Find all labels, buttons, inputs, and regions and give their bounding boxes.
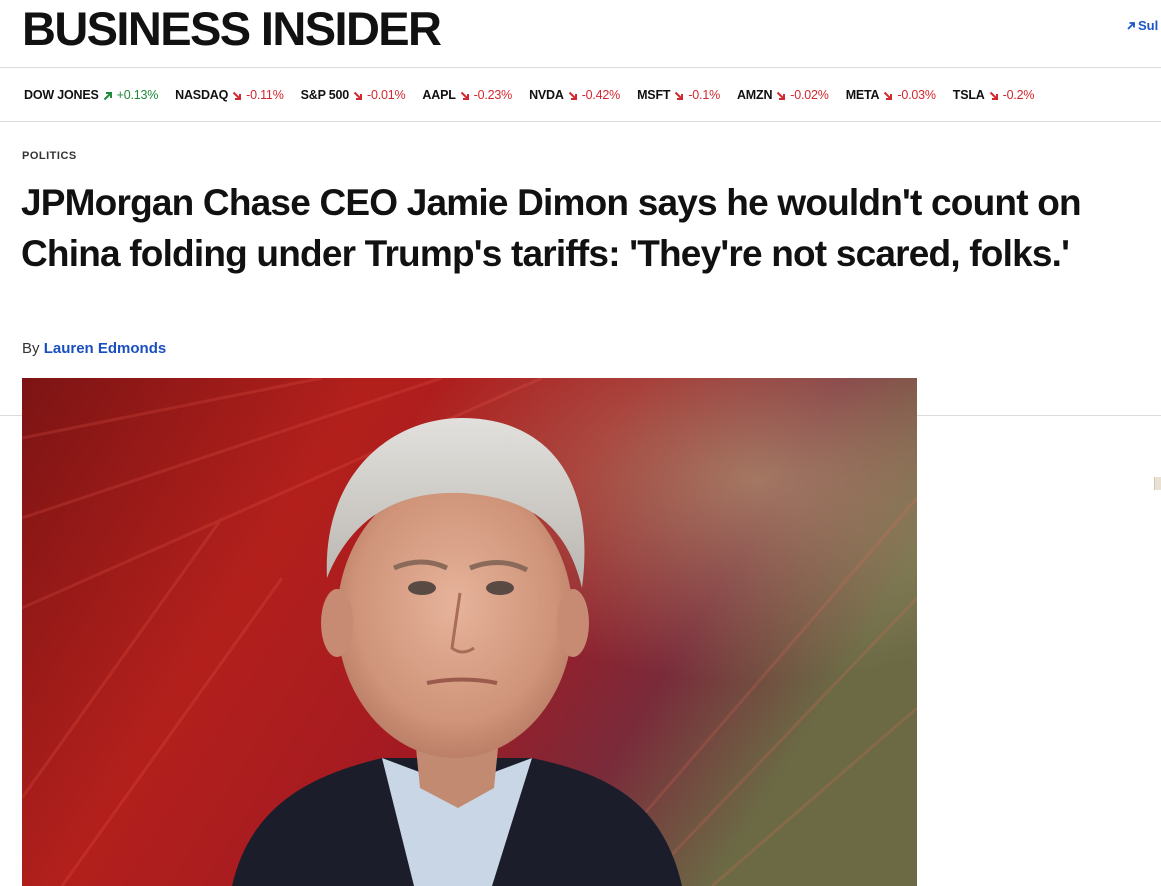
ticker-symbol: MSFT [637,88,671,102]
article-hero-image [22,378,917,886]
article-headline: JPMorgan Chase CEO Jamie Dimon says he w… [21,182,1082,274]
ticker-change: -0.11% [246,88,284,102]
subscribe-label: Sul [1138,18,1159,33]
ticker-symbol: DOW JONES [24,88,99,102]
site-header: BUSINESS INSIDER Sul [0,0,1161,66]
arrow-down-right-icon [460,90,470,100]
ticker-change: -0.23% [473,88,513,102]
ticker-item[interactable]: MSFT -0.1% [637,88,720,102]
ticker-symbol: NASDAQ [175,88,229,102]
ticker-item[interactable]: TSLA -0.2% [953,88,1035,102]
ticker-item[interactable]: DOW JONES +0.13% [24,88,158,102]
ticker-symbol: S&P 500 [300,88,350,102]
ticker-list: DOW JONES +0.13% NASDAQ -0.11% S&P 500 -0.01%… [24,88,1051,102]
side-panel-edge [1154,477,1161,490]
arrow-down-right-icon [568,90,578,100]
arrow-down-right-icon [776,90,786,100]
arrow-down-right-icon [353,90,363,100]
arrow-down-right-icon [232,90,242,100]
ticker-item[interactable]: AAPL -0.23% [422,88,512,102]
arrow-down-right-icon [674,90,684,100]
ticker-item[interactable]: META -0.03% [846,88,936,102]
subscribe-button[interactable]: Sul [1126,18,1158,33]
ticker-item[interactable]: NVDA -0.42% [529,88,620,102]
arrow-up-right-icon [1126,21,1136,31]
byline: By Lauren Edmonds [22,340,166,357]
portrait-illustration [22,378,917,886]
ticker-change: -0.02% [790,88,829,102]
site-logo[interactable]: BUSINESS INSIDER [22,2,442,56]
ticker-item[interactable]: S&P 500 -0.01% [301,88,406,102]
ticker-change: -0.01% [367,88,406,102]
market-ticker: DOW JONES +0.13% NASDAQ -0.11% S&P 500 -0.01%… [0,67,1161,122]
ticker-item[interactable]: AMZN -0.02% [737,88,829,102]
ticker-item[interactable]: NASDAQ -0.11% [175,88,284,102]
ticker-change: -0.03% [897,88,936,102]
arrow-down-right-icon [883,90,893,100]
ticker-symbol: NVDA [529,88,564,102]
ticker-symbol: AAPL [422,88,456,102]
byline-prefix: By [22,340,40,357]
arrow-down-right-icon [989,90,999,100]
ticker-change: -0.1% [688,88,720,102]
ticker-symbol: AMZN [736,88,773,102]
author-link[interactable]: Lauren Edmonds [44,340,167,357]
ticker-symbol: META [845,88,880,102]
ticker-symbol: TSLA [952,88,985,102]
ticker-change: -0.42% [581,88,621,102]
article-category[interactable]: POLITICS [22,150,77,162]
ticker-change: +0.13% [116,88,159,102]
arrow-up-right-icon [103,90,113,101]
ticker-change: -0.2% [1002,88,1035,102]
